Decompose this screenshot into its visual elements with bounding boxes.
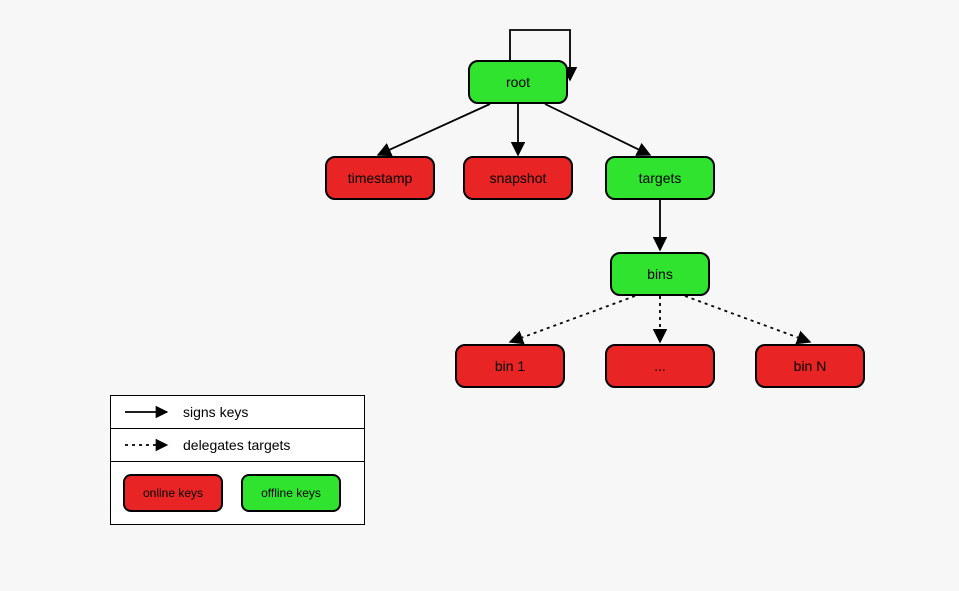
diagram-canvas: { "nodes": { "root": { "label": "root" }… [0,0,959,591]
node-targets-label: targets [639,170,682,186]
edge-bins-binN [685,296,810,342]
node-root: root [468,60,568,104]
node-bins-label: bins [647,266,673,282]
node-bins: bins [610,252,710,296]
legend: signs keys delegates targets online keys… [110,395,365,525]
legend-offline-label: offline keys [261,486,321,500]
node-root-label: root [506,74,530,90]
node-targets: targets [605,156,715,200]
node-binN-label: bin N [794,358,827,374]
arrow-solid-icon [123,405,173,419]
node-binN: bin N [755,344,865,388]
node-binmid-label: ... [654,358,666,374]
edge-root-timestamp [378,104,490,155]
node-snapshot: snapshot [463,156,573,200]
legend-signs-label: signs keys [183,404,248,420]
arrow-dotted-icon [123,438,173,452]
legend-delegates-label: delegates targets [183,437,290,453]
node-bin1: bin 1 [455,344,565,388]
node-binmid: ... [605,344,715,388]
legend-row-signs: signs keys [111,396,364,429]
legend-chip-offline: offline keys [241,474,341,512]
edge-root-targets [545,104,650,155]
edge-bins-bin1 [510,296,635,342]
node-timestamp: timestamp [325,156,435,200]
legend-row-keys: online keys offline keys [111,462,364,524]
legend-online-label: online keys [143,486,203,500]
legend-row-delegates: delegates targets [111,429,364,462]
node-bin1-label: bin 1 [495,358,525,374]
legend-chip-online: online keys [123,474,223,512]
node-timestamp-label: timestamp [348,170,413,186]
node-snapshot-label: snapshot [490,170,547,186]
